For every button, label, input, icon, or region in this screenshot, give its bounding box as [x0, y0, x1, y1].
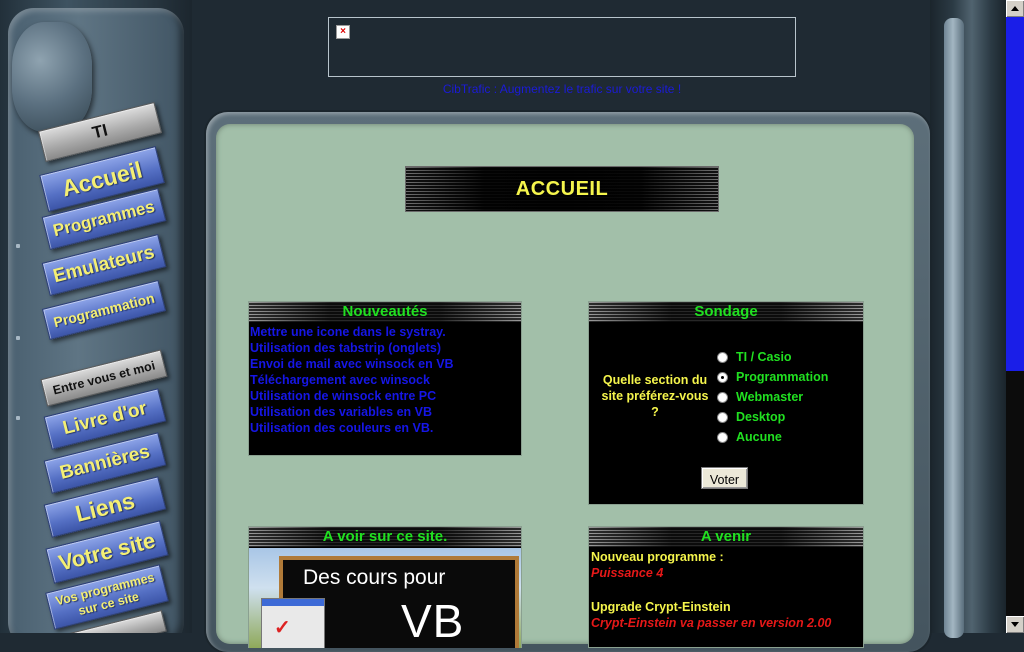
- upcoming-heading: Upgrade Crypt-Einstein: [591, 600, 731, 614]
- promo-text-line1: Des cours pour: [303, 566, 446, 589]
- news-panel-title: Nouveautés: [342, 303, 428, 320]
- ad-banner[interactable]: ×: [328, 17, 796, 77]
- scroll-down-button[interactable]: [1006, 616, 1024, 633]
- poll-option[interactable]: TI / Casio: [717, 347, 828, 367]
- radio-button[interactable]: [717, 431, 728, 443]
- scroll-thumb[interactable]: [1006, 17, 1024, 371]
- vb-course-image[interactable]: Des cours pour VB ✓: [249, 548, 521, 648]
- poll-option[interactable]: Webmaster: [717, 387, 828, 407]
- poll-option[interactable]: Desktop: [717, 407, 828, 427]
- banner-link[interactable]: CibTrafic : Augmentez le trafic sur votr…: [328, 82, 796, 96]
- page-title: ACCUEIL: [515, 177, 609, 200]
- promo-text-line2: VB: [401, 595, 465, 647]
- upcoming-panel: A venir Nouveau programme : Puissance 4 …: [588, 526, 864, 648]
- news-link[interactable]: Téléchargement avec winsock: [250, 372, 521, 388]
- poll-option[interactable]: Aucune: [717, 427, 828, 447]
- decorative-knob: [12, 22, 92, 132]
- featured-panel-title: A voir sur ce site.: [322, 528, 448, 545]
- arrow-down-icon: [1011, 622, 1019, 627]
- upcoming-panel-header: A venir: [589, 527, 863, 547]
- mini-window-illustration: ✓: [261, 598, 325, 648]
- news-link[interactable]: Mettre une icone dans le systray.: [250, 324, 521, 340]
- radio-button[interactable]: [717, 411, 728, 423]
- upcoming-panel-title: A venir: [700, 528, 752, 545]
- decorative-dot: [16, 416, 20, 420]
- nav-section-ti-label: TI: [90, 120, 110, 143]
- poll-panel: Sondage Quelle section du site préférez-…: [588, 301, 864, 505]
- news-panel-header: Nouveautés: [249, 302, 521, 322]
- poll-option-label: TI / Casio: [736, 350, 792, 364]
- poll-option-label: Webmaster: [736, 390, 804, 404]
- featured-panel-header: A voir sur ce site.: [249, 527, 521, 547]
- decorative-pillar: [944, 18, 964, 638]
- radio-button-selected[interactable]: [717, 371, 728, 383]
- mini-window-titlebar: [262, 599, 324, 606]
- news-link[interactable]: Utilisation des tabstrip (onglets): [250, 340, 521, 356]
- broken-image-icon: ×: [336, 25, 350, 39]
- left-navigation-frame: TI Accueil Programmes Emulateurs Program…: [0, 0, 192, 633]
- scroll-up-button[interactable]: [1006, 0, 1024, 17]
- news-list: Mettre une icone dans le systray. Utilis…: [249, 322, 521, 436]
- vertical-scrollbar[interactable]: [1006, 0, 1024, 633]
- news-link[interactable]: Utilisation des variables en VB: [250, 404, 521, 420]
- checkmark-icon: ✓: [274, 617, 291, 639]
- poll-panel-title: Sondage: [694, 303, 758, 320]
- poll-question: Quelle section du site préférez-vous ?: [601, 373, 709, 419]
- upcoming-detail: Crypt-Einstein va passer en version 2.00: [591, 616, 832, 630]
- scroll-track[interactable]: [1006, 371, 1024, 616]
- poll-options: TI / Casio Programmation Webmaster Deskt…: [717, 347, 828, 447]
- poll-option-label: Aucune: [736, 430, 782, 444]
- news-link[interactable]: Envoi de mail avec winsock en VB: [250, 356, 521, 372]
- poll-panel-header: Sondage: [589, 302, 863, 322]
- decorative-dot: [16, 244, 20, 248]
- news-panel: Nouveautés Mettre une icone dans le syst…: [248, 301, 522, 456]
- poll-option-label: Programmation: [736, 370, 829, 384]
- news-link[interactable]: Utilisation de winsock entre PC: [250, 388, 521, 404]
- upcoming-list: Nouveau programme : Puissance 4 Upgrade …: [589, 547, 863, 631]
- radio-button[interactable]: [717, 351, 728, 363]
- upcoming-detail: Puissance 4: [591, 566, 664, 580]
- vote-button[interactable]: Voter: [701, 467, 748, 489]
- page-title-bar: ACCUEIL: [405, 166, 719, 212]
- radio-button[interactable]: [717, 391, 728, 403]
- poll-option-label: Desktop: [736, 410, 786, 424]
- news-link[interactable]: Utilisation des couleurs en VB.: [250, 420, 521, 436]
- arrow-up-icon: [1011, 6, 1019, 11]
- featured-panel: A voir sur ce site. Des cours pour VB ✓: [248, 526, 522, 648]
- right-decorative-frame: [930, 0, 1006, 638]
- poll-option[interactable]: Programmation: [717, 367, 828, 387]
- decorative-dot: [16, 336, 20, 340]
- upcoming-heading: Nouveau programme :: [591, 550, 724, 564]
